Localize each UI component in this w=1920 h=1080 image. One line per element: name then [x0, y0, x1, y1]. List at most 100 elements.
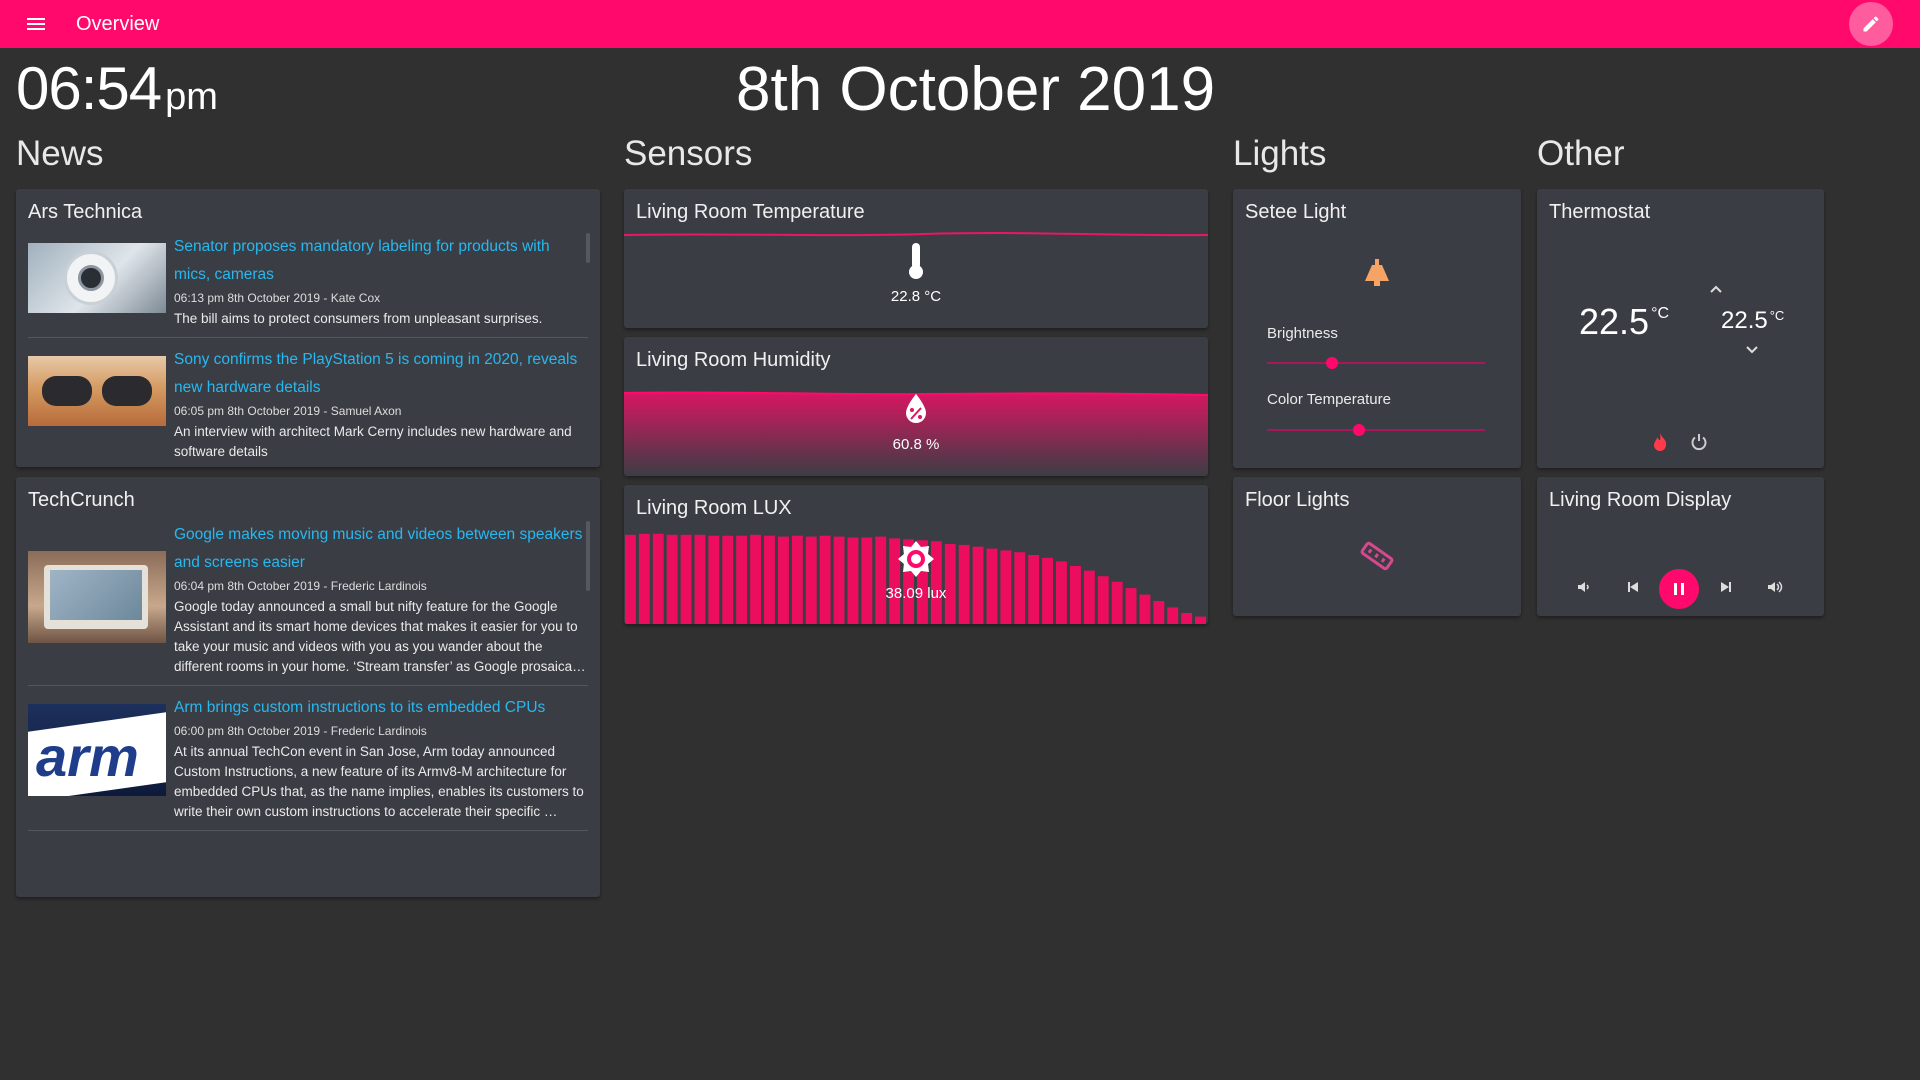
clock: 06:54 pm	[16, 54, 218, 123]
lux-bar	[722, 535, 734, 624]
arm-logo-text: arm	[36, 725, 139, 788]
column-heading-news: News	[16, 134, 104, 173]
article-thumbnail: arm	[28, 704, 166, 796]
article-headline-link[interactable]: Arm brings custom instructions to its em…	[174, 694, 588, 722]
date-display: 8th October 2019	[736, 55, 1216, 124]
clock-ampm: pm	[165, 76, 218, 118]
techcrunch-card: TechCrunch Google makes moving music and…	[16, 477, 600, 897]
article-headline-link[interactable]: Senator proposes mandatory labeling for …	[174, 233, 588, 289]
temperature-down-button[interactable]	[1741, 338, 1763, 360]
brightness-slider[interactable]	[1267, 357, 1485, 369]
power-off-button[interactable]	[1687, 430, 1711, 454]
list-item: Google makes moving music and videos bet…	[28, 521, 588, 686]
menu-icon	[27, 18, 45, 30]
edit-dashboard-button[interactable]	[1849, 2, 1893, 46]
lamp-icon[interactable]	[1362, 259, 1392, 289]
chevron-down-icon	[1746, 346, 1758, 354]
brightness-label: Brightness	[1267, 325, 1338, 342]
color-temperature-slider-thumb[interactable]	[1352, 424, 1365, 436]
color-temperature-slider[interactable]	[1267, 424, 1485, 436]
thermostat-card: Thermostat 22.5 °C 22.5 °C	[1537, 189, 1824, 468]
lux-bar	[1167, 607, 1179, 624]
ars-technica-card: Ars Technica Senator proposes mandatory …	[16, 189, 600, 467]
brightness-slider-thumb[interactable]	[1326, 357, 1339, 369]
lux-bar	[847, 537, 859, 624]
temperature-sensor-card[interactable]: Living Room Temperature 22.8 °C	[624, 189, 1208, 328]
chevron-up-icon	[1710, 285, 1722, 293]
feed-title: TechCrunch	[28, 489, 135, 511]
lux-bar	[1153, 601, 1165, 624]
lux-bar	[819, 535, 831, 624]
lux-bar	[736, 535, 748, 624]
lux-bar	[875, 536, 887, 624]
list-item: Sony confirms the PlayStation 5 is comin…	[28, 346, 588, 457]
target-temperature-unit: °C	[1769, 308, 1785, 323]
setee-light-card: Setee Light Brightness Color Temperature	[1233, 189, 1521, 468]
article-headline-link[interactable]: Google makes moving music and videos bet…	[174, 521, 588, 577]
next-track-button[interactable]	[1712, 573, 1740, 601]
current-temperature-value: 22.5	[1579, 301, 1650, 342]
column-heading-sensors: Sensors	[624, 134, 753, 173]
lux-bar	[791, 535, 803, 624]
led-strip-icon[interactable]	[1359, 538, 1395, 574]
page-title: Overview	[76, 12, 160, 35]
heat-mode-button[interactable]	[1649, 430, 1671, 454]
app-toolbar: Overview	[0, 0, 1920, 48]
sensor-title: Living Room Temperature	[636, 201, 865, 223]
brightness-icon	[898, 541, 934, 577]
lux-bar	[764, 535, 775, 624]
lux-bar	[666, 534, 678, 624]
list-item: arm Arm brings custom instructions to it…	[28, 694, 588, 831]
article-description: Google today announced a small but nifty…	[174, 599, 586, 674]
target-temperature-value: 22.5	[1721, 307, 1768, 334]
article-meta: 06:05 pm 8th October 2019 - Samuel Axon	[174, 404, 402, 418]
feed-title: Ars Technica	[28, 201, 143, 223]
lux-bar	[625, 534, 636, 624]
column-heading-lights: Lights	[1233, 134, 1327, 173]
article-headline-link[interactable]: Sony confirms the PlayStation 5 is comin…	[174, 346, 588, 402]
color-temperature-label: Color Temperature	[1267, 391, 1391, 408]
media-player-card: Living Room Display	[1537, 477, 1824, 616]
flame-icon	[1654, 433, 1667, 451]
volume-down-icon	[1578, 582, 1589, 592]
volume-up-button[interactable]	[1761, 573, 1789, 601]
sensor-value: 60.8 %	[892, 436, 940, 453]
sensor-value: 22.8 °C	[890, 288, 942, 305]
skip-next-icon	[1721, 582, 1731, 592]
lux-bar	[861, 537, 873, 624]
floor-lights-card: Floor Lights	[1233, 477, 1521, 616]
lux-bar	[805, 536, 817, 624]
article-meta: 06:13 pm 8th October 2019 - Kate Cox	[174, 291, 381, 305]
power-icon	[1691, 434, 1707, 451]
pause-icon	[1674, 583, 1684, 595]
article-meta: 06:00 pm 8th October 2019 - Frederic Lar…	[174, 724, 427, 738]
menu-button[interactable]	[12, 0, 60, 48]
sensor-title: Living Room Humidity	[636, 349, 831, 371]
light-title: Setee Light	[1245, 201, 1347, 223]
temperature-up-button[interactable]	[1705, 279, 1727, 301]
feed-list: Senator proposes mandatory labeling for …	[28, 233, 588, 457]
current-temperature: 22.5 °C	[1579, 301, 1669, 343]
previous-track-button[interactable]	[1619, 573, 1647, 601]
lux-bar	[638, 533, 650, 624]
lux-bar	[1181, 613, 1193, 624]
article-thumbnail	[28, 551, 166, 643]
column-heading-other: Other	[1537, 134, 1625, 173]
skip-previous-icon	[1628, 582, 1638, 592]
thermostat-title: Thermostat	[1549, 201, 1651, 223]
article-description: An interview with architect Mark Cerny i…	[174, 424, 572, 457]
article-meta: 06:04 pm 8th October 2019 - Frederic Lar…	[174, 579, 427, 593]
lux-bar	[680, 534, 692, 624]
lux-bar	[652, 533, 664, 624]
volume-down-button[interactable]	[1570, 573, 1598, 601]
pencil-icon	[1863, 16, 1879, 32]
humidity-sensor-card[interactable]: Living Room Humidity 60.8 %	[624, 337, 1208, 476]
light-title: Floor Lights	[1245, 489, 1350, 511]
lux-bar	[694, 534, 706, 624]
article-thumbnail	[28, 356, 166, 426]
article-thumbnail	[28, 243, 166, 313]
play-pause-button[interactable]	[1659, 569, 1699, 609]
lux-sensor-card[interactable]: Living Room LUX 38.09 lux	[624, 485, 1208, 624]
lux-bar	[750, 534, 761, 624]
volume-up-icon	[1768, 581, 1783, 593]
